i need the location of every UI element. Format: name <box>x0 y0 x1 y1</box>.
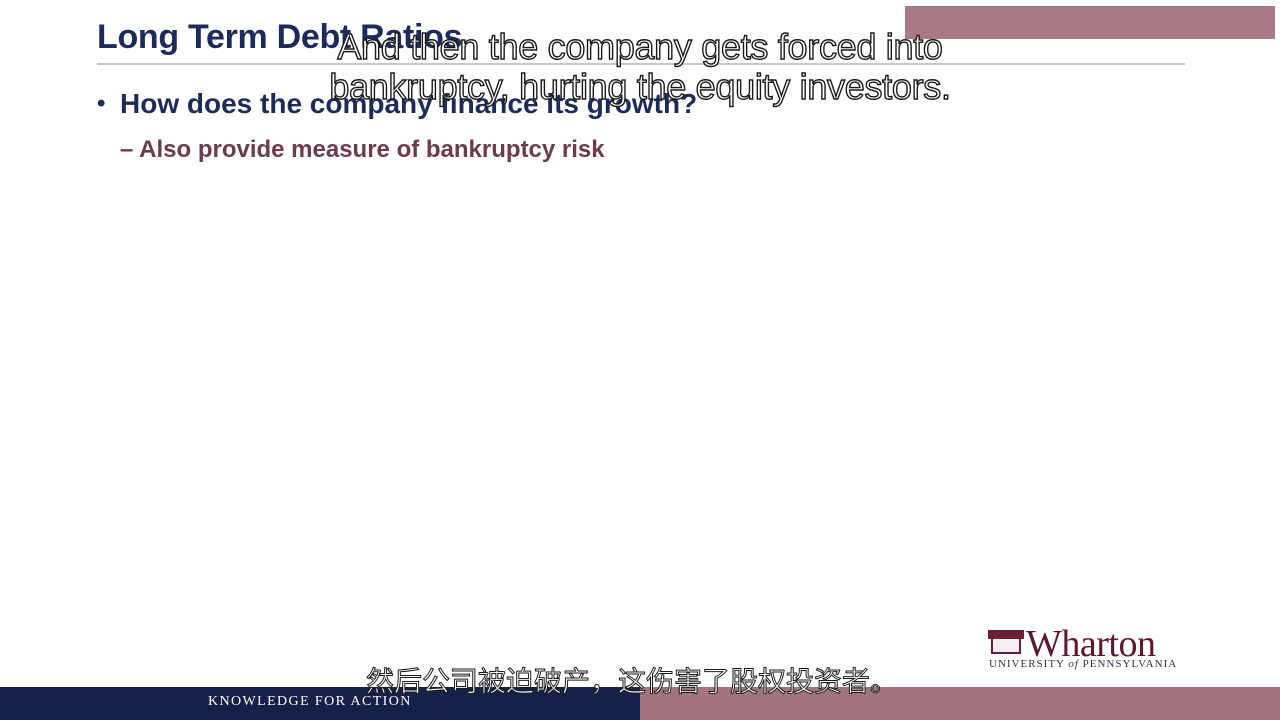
penn-crest-icon <box>988 630 1024 656</box>
english-subtitle-line-1: And then the company gets forced into <box>337 25 944 67</box>
slide: Long Term Debt Ratios • How does the comp… <box>0 0 1280 720</box>
chinese-subtitle: 然后公司被迫破产，这伤害了股权投资者。 <box>365 665 898 699</box>
english-subtitle-line-2: bankruptcy, hurting the equity investors… <box>329 65 952 107</box>
sub-bullet-item: – Also provide measure of bankruptcy ris… <box>120 136 605 164</box>
sub-bullet-text: Also provide measure of bankruptcy risk <box>139 136 605 163</box>
sub-bullet-dash: – <box>120 136 134 163</box>
